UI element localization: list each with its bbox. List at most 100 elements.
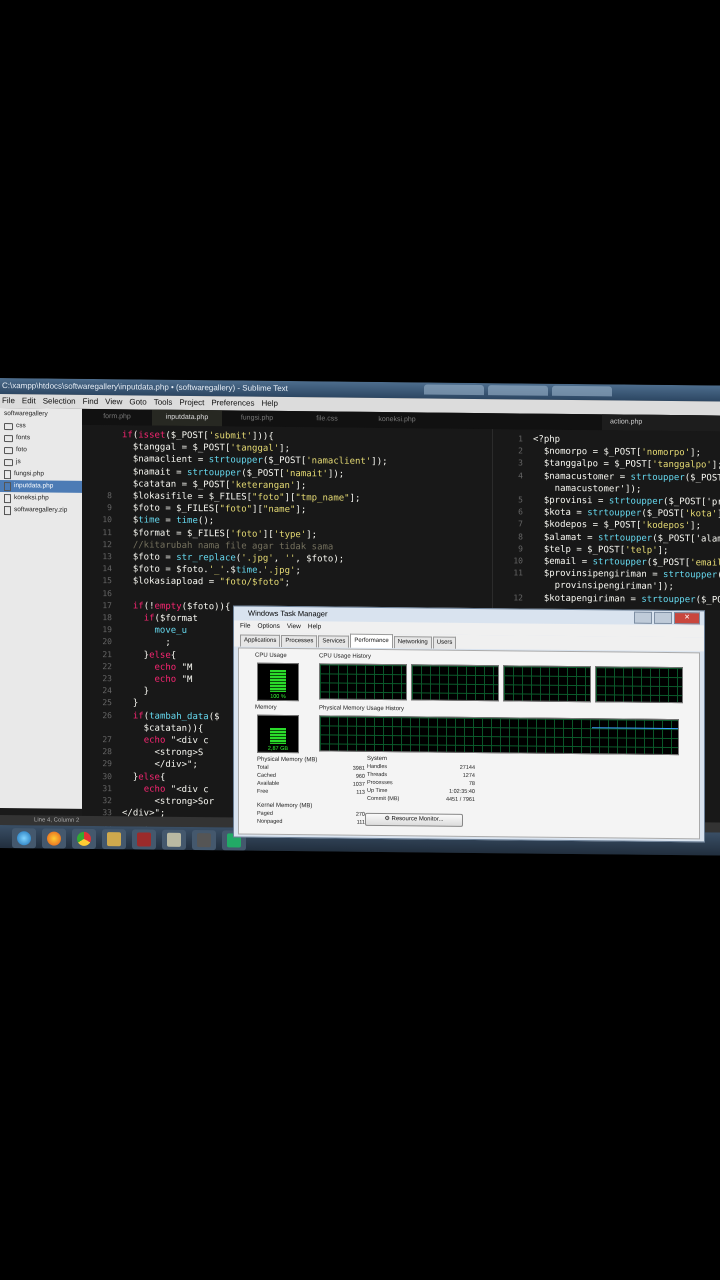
minimize-button[interactable] xyxy=(634,611,652,624)
taskbar-app[interactable] xyxy=(162,829,186,850)
taskbar-sublime[interactable] xyxy=(192,830,216,851)
close-icon: ✕ xyxy=(684,614,690,622)
line-number: 10 xyxy=(102,515,112,525)
code-line[interactable]: 29 </div>"; xyxy=(82,758,198,771)
window-title: C:\xampp\htdocs\softwaregallery\inputdat… xyxy=(2,381,288,394)
code-line[interactable]: 24 } xyxy=(82,685,149,698)
windows-logo-icon xyxy=(17,831,31,846)
sidebar-folder-js[interactable]: js xyxy=(0,456,82,469)
memory-history-label: Physical Memory Usage History xyxy=(319,705,405,713)
code-line[interactable]: 20 ; xyxy=(82,636,170,649)
line-number: 8 xyxy=(107,491,112,501)
folder-icon xyxy=(107,832,121,847)
menu-view[interactable]: View xyxy=(105,395,122,409)
code-text: $nomorpo = $_POST['nomorpo']; xyxy=(533,446,701,459)
taskbar-explorer[interactable] xyxy=(102,829,126,850)
tm-menu-options[interactable]: Options xyxy=(257,621,279,633)
tab-performance[interactable]: Performance xyxy=(350,633,393,649)
menu-goto[interactable]: Goto xyxy=(129,395,146,409)
background-tab[interactable] xyxy=(552,385,612,397)
tab-applications[interactable]: Applications xyxy=(240,634,281,647)
menu-help[interactable]: Help xyxy=(261,397,277,411)
tab-users[interactable]: Users xyxy=(432,636,457,649)
menu-edit[interactable]: Edit xyxy=(22,394,36,408)
tab-koneksi[interactable]: koneksi.php xyxy=(362,412,432,429)
code-line[interactable]: 12 $kotapengiriman = strtoupper($_POST[ xyxy=(493,592,720,607)
tab-file-css[interactable]: file.css xyxy=(292,411,362,428)
code-text: if(!empty($foto)){ xyxy=(132,601,231,613)
line-number: 32 xyxy=(102,796,112,806)
menu-preferences[interactable]: Preferences xyxy=(211,396,254,410)
browser-tabs-behind xyxy=(424,384,612,398)
memory-value: 2,87 GB xyxy=(267,745,289,753)
background-tab[interactable] xyxy=(424,384,484,396)
code-line[interactable]: 28 <strong>S xyxy=(82,746,203,759)
code-line[interactable]: 32 <strong>Sor xyxy=(82,795,214,808)
tm-menu-file[interactable]: File xyxy=(240,621,250,633)
sidebar-file-fungsi[interactable]: fungsi.php xyxy=(0,468,82,481)
sidebar-root-folder[interactable]: softwaregallery xyxy=(0,408,82,421)
code-text: echo "<div c xyxy=(143,735,209,747)
tab-form[interactable]: form.php xyxy=(82,409,152,426)
code-text: $kota = strtoupper($_POST['kota']); xyxy=(533,507,720,520)
stat-label: Up Time xyxy=(367,787,388,795)
taskbar-chrome[interactable] xyxy=(72,828,96,850)
menu-selection[interactable]: Selection xyxy=(43,394,76,408)
stat-row: Paged 270 xyxy=(257,810,365,818)
sublime-icon xyxy=(197,833,211,848)
code-line[interactable]: 10 $time = time(); xyxy=(82,514,214,527)
code-line[interactable]: 25 } xyxy=(82,697,138,710)
code-line[interactable]: $catatan)){ xyxy=(82,722,204,735)
code-line[interactable]: 19 move_u xyxy=(82,624,187,637)
stat-label: Paged xyxy=(257,810,273,817)
tab-action[interactable]: action.php xyxy=(602,414,720,432)
tm-menu-help[interactable]: Help xyxy=(308,621,321,633)
start-button[interactable] xyxy=(12,828,36,849)
code-line[interactable]: 1 <?php xyxy=(493,433,560,446)
line-number: 19 xyxy=(102,625,112,635)
taskbar-firefox[interactable] xyxy=(42,828,66,849)
line-number: 10 xyxy=(513,556,523,566)
code-text: </div>"; xyxy=(122,759,198,771)
line-number: 23 xyxy=(102,674,112,684)
code-text: $email = strtoupper($_POST['email']) xyxy=(533,556,720,569)
maximize-button[interactable] xyxy=(654,611,672,625)
tab-processes[interactable]: Processes xyxy=(281,634,318,648)
code-line[interactable]: 27 echo "<div c xyxy=(82,734,209,747)
memory-history-graph xyxy=(319,715,679,756)
code-line[interactable]: 23 echo "M xyxy=(82,673,192,686)
code-line[interactable]: 31 echo "<div c xyxy=(82,783,208,796)
code-text: }else{ xyxy=(122,771,166,783)
code-line[interactable]: 16 xyxy=(82,587,122,599)
code-line[interactable]: 21 }else{ xyxy=(82,648,176,661)
menu-tools[interactable]: Tools xyxy=(154,396,173,410)
code-line[interactable]: 30 }else{ xyxy=(82,770,165,783)
background-tab[interactable] xyxy=(488,385,548,396)
tab-fungsi[interactable]: fungsi.php xyxy=(222,410,292,427)
stat-row: Threads 1274 xyxy=(367,772,475,779)
chrome-icon xyxy=(77,831,91,846)
menu-project[interactable]: Project xyxy=(179,396,204,410)
firefox-icon xyxy=(47,831,61,846)
taskbar-app[interactable] xyxy=(132,829,156,850)
tab-inputdata[interactable]: inputdata.php xyxy=(152,409,222,427)
tab-services[interactable]: Services xyxy=(318,635,350,648)
close-button[interactable]: ✕ xyxy=(674,612,700,625)
menu-find[interactable]: Find xyxy=(83,395,99,409)
code-line[interactable]: 22 echo "M xyxy=(82,661,192,674)
code-line[interactable]: 18 if($format xyxy=(82,612,198,625)
sidebar-folder-foto[interactable]: foto xyxy=(0,444,82,457)
sidebar-folder-css[interactable]: css xyxy=(0,420,82,433)
file-icon xyxy=(4,505,11,515)
sidebar-file-inputdata[interactable]: inputdata.php xyxy=(0,480,82,493)
tm-menu-view[interactable]: View xyxy=(287,621,301,633)
sidebar-file-zip[interactable]: softwaregallery.zip xyxy=(0,504,82,517)
line-number: 7 xyxy=(518,519,523,529)
sidebar-folder-fonts[interactable]: fonts xyxy=(0,432,82,445)
menu-file[interactable]: File xyxy=(2,394,15,408)
code-text: }else{ xyxy=(122,649,177,661)
sidebar-file-koneksi[interactable]: koneksi.php xyxy=(0,492,82,505)
folder-icon xyxy=(4,446,13,454)
resource-monitor-button[interactable]: ⚙ Resource Monitor... xyxy=(365,812,463,827)
tab-networking[interactable]: Networking xyxy=(393,636,432,649)
